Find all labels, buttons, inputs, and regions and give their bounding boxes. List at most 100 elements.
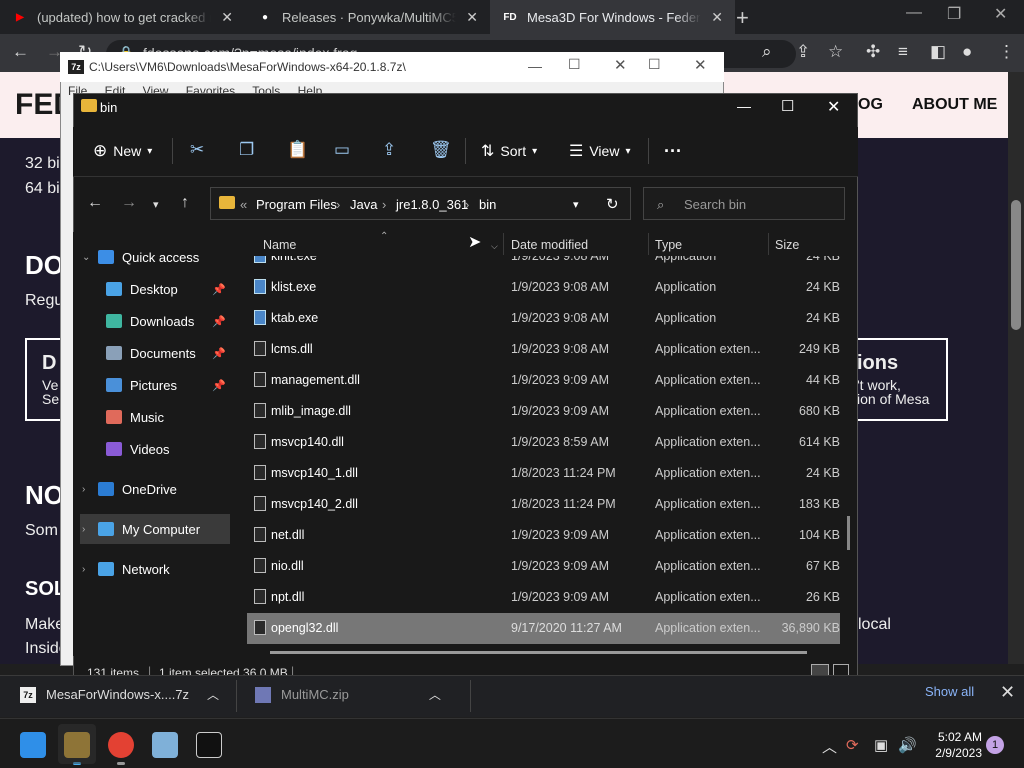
browser-restore-icon[interactable]: ❐ <box>947 4 961 24</box>
display-icon[interactable]: ▣ <box>874 736 888 754</box>
file-row[interactable]: klist.exe 1/9/2023 9:08 AM Application 24 K… <box>247 272 840 303</box>
media-controls-icon[interactable]: ≡ <box>898 42 908 62</box>
refresh-icon[interactable]: ↻ <box>606 195 619 213</box>
copy-icon[interactable]: ❐ <box>239 140 254 160</box>
chrome-menu-icon[interactable]: ⋮ <box>998 42 1015 62</box>
system-clock[interactable]: 5:02 AM 2/9/2023 <box>922 729 982 761</box>
download-item[interactable]: MultiMC.zip ︿ <box>255 686 441 703</box>
more-options-button[interactable]: ··· <box>664 141 682 162</box>
collapse-chevron-icon[interactable]: › <box>82 564 98 575</box>
file-row[interactable]: nio.dll 1/9/2023 9:09 AM Application exten… <box>247 551 840 582</box>
file-row[interactable]: mlib_image.dll 1/9/2023 9:09 AM Applicatio… <box>247 396 840 427</box>
nav-item-my-computer[interactable]: › My Computer <box>80 514 230 544</box>
taskbar-chrome-icon[interactable] <box>108 732 134 758</box>
page-scrollbar-thumb[interactable] <box>1011 200 1021 330</box>
column-header-name[interactable]: Name <box>263 238 296 252</box>
side-panel-icon[interactable]: ◧ <box>930 42 946 62</box>
7zip-sub-maximize-icon[interactable]: ☐ <box>648 56 661 73</box>
up-arrow-icon[interactable]: ↑ <box>181 194 189 212</box>
download-options-chevron-icon[interactable]: ︿ <box>429 686 441 703</box>
address-dropdown-icon[interactable]: ▾ <box>573 198 579 211</box>
explorer-maximize-icon[interactable]: ☐ <box>781 97 794 115</box>
file-list-scrollbar-thumb[interactable] <box>847 516 850 550</box>
nav-blog-link[interactable]: OG <box>858 96 883 114</box>
volume-icon[interactable]: 🔊 <box>898 736 917 754</box>
taskbar-7zip-icon[interactable] <box>196 732 222 758</box>
rename-icon[interactable]: ▭ <box>334 140 350 160</box>
download-item[interactable]: 7z MesaForWindows-x....7z ︿ <box>20 686 219 703</box>
collapse-chevron-icon[interactable]: › <box>82 484 98 495</box>
delete-icon[interactable]: 🗑 <box>430 140 452 160</box>
taskbar-start-icon[interactable] <box>20 732 46 758</box>
share-icon[interactable]: ⇪ <box>796 42 810 62</box>
nav-item-network[interactable]: › Network <box>80 554 230 584</box>
bookmark-star-icon[interactable]: ☆ <box>828 42 843 62</box>
nav-item-videos[interactable]: Videos <box>80 434 230 464</box>
breadcrumb-item[interactable]: jre1.8.0_361 <box>396 197 468 212</box>
close-tab-icon[interactable]: ✕ <box>466 9 478 26</box>
explorer-minimize-icon[interactable]: — <box>737 98 751 114</box>
close-tab-icon[interactable]: ✕ <box>711 9 723 26</box>
breadcrumb-item[interactable]: bin <box>479 197 496 212</box>
collapse-chevron-icon[interactable]: › <box>82 524 98 535</box>
browser-tab[interactable]: ● Releases · Ponywka/MultiMC5-w ✕ <box>245 0 490 34</box>
column-divider[interactable] <box>768 233 769 255</box>
nav-item-music[interactable]: Music <box>80 402 230 432</box>
file-list-horizontal-scrollbar[interactable] <box>270 651 807 654</box>
column-header-size[interactable]: Size <box>775 238 799 252</box>
breadcrumb-item[interactable]: Program Files <box>256 197 337 212</box>
show-hidden-icons-chevron-icon[interactable]: ︿ <box>822 736 837 757</box>
breadcrumb-item[interactable]: Java <box>350 197 377 212</box>
cut-icon[interactable]: ✂ <box>190 140 204 160</box>
breadcrumb-overflow[interactable]: « <box>240 197 247 212</box>
search-icon[interactable]: ⌕ <box>762 42 772 62</box>
page-scrollbar[interactable] <box>1008 72 1024 664</box>
search-placeholder[interactable]: Search bin <box>684 197 746 212</box>
recent-locations-chevron-icon[interactable]: ▾ <box>153 198 159 211</box>
file-row[interactable]: kinit.exe 1/9/2023 9:08 AM Application 24 K… <box>247 256 840 272</box>
file-row[interactable]: lcms.dll 1/9/2023 9:08 AM Application exte… <box>247 334 840 365</box>
show-all-downloads-link[interactable]: Show all <box>925 684 974 699</box>
nav-about-link[interactable]: ABOUT ME <box>912 96 997 114</box>
browser-tab[interactable]: ▶ (updated) how to get cracked mi ✕ <box>0 0 245 34</box>
expand-chevron-icon[interactable]: ⌄ <box>82 252 98 263</box>
nav-item-documents[interactable]: Documents 📌 <box>80 338 230 368</box>
7zip-maximize-icon[interactable]: ☐ <box>568 56 581 73</box>
browser-close-icon[interactable]: ✕ <box>994 4 1007 24</box>
new-tab-button[interactable]: + <box>736 5 749 31</box>
7zip-minimize-icon[interactable]: — <box>528 58 542 74</box>
view-button[interactable]: ☰ View ▾ <box>569 141 630 161</box>
nav-item-quick-access[interactable]: ⌄ Quick access <box>80 242 230 272</box>
paste-icon[interactable]: 📋 <box>287 140 308 160</box>
close-download-shelf-icon[interactable]: ✕ <box>1000 682 1015 703</box>
back-arrow-icon[interactable]: ← <box>87 194 103 212</box>
browser-minimize-icon[interactable]: — <box>906 4 922 22</box>
7zip-sub-close-icon[interactable]: ✕ <box>694 56 707 74</box>
explorer-close-icon[interactable]: ✕ <box>827 97 840 117</box>
column-filter-chevron-icon[interactable]: ⌵ <box>491 241 498 252</box>
nav-item-downloads[interactable]: Downloads 📌 <box>80 306 230 336</box>
7zip-close-icon[interactable]: ✕ <box>614 56 627 74</box>
profile-avatar-icon[interactable]: ● <box>962 42 972 62</box>
taskbar-photos-icon[interactable] <box>152 732 178 758</box>
file-row[interactable]: net.dll 1/9/2023 9:09 AM Application exten… <box>247 520 840 551</box>
network-error-icon[interactable]: ⟳ <box>846 736 859 754</box>
column-header-type[interactable]: Type <box>655 238 682 252</box>
column-divider[interactable] <box>648 233 649 255</box>
file-row[interactable]: npt.dll 1/9/2023 9:09 AM Application exten… <box>247 582 840 613</box>
forward-arrow-icon[interactable]: → <box>121 194 137 212</box>
new-button[interactable]: ⊕ New ▾ <box>93 141 152 161</box>
close-tab-icon[interactable]: ✕ <box>221 9 233 26</box>
browser-tab[interactable]: FD Mesa3D For Windows - Federico ✕ <box>490 0 735 34</box>
file-row[interactable]: msvcp140_1.dll 1/8/2023 11:24 PM Applicati… <box>247 458 840 489</box>
column-header-date[interactable]: Date modified <box>511 238 588 252</box>
file-row[interactable]: management.dll 1/9/2023 9:09 AM Applicatio… <box>247 365 840 396</box>
extensions-icon[interactable]: ✣ <box>866 42 880 62</box>
file-row[interactable]: ktab.exe 1/9/2023 9:08 AM Application 24 KB <box>247 303 840 334</box>
file-row[interactable]: opengl32.dll 9/17/2020 11:27 AM Applicatio… <box>247 613 840 644</box>
nav-item-pictures[interactable]: Pictures 📌 <box>80 370 230 400</box>
notification-badge[interactable]: 1 <box>986 736 1004 754</box>
back-icon[interactable]: ← <box>12 42 29 62</box>
column-divider[interactable] <box>503 233 504 255</box>
nav-item-onedrive[interactable]: › OneDrive <box>80 474 230 504</box>
